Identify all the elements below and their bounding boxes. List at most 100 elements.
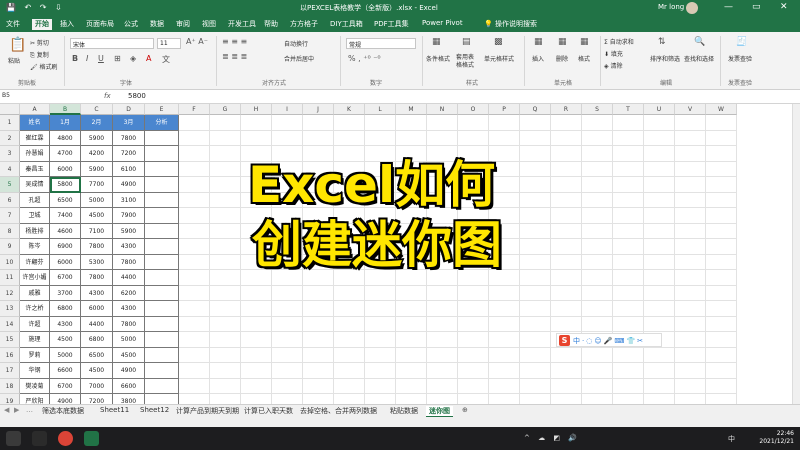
empty-cell[interactable]	[427, 378, 458, 394]
empty-cell[interactable]	[241, 332, 272, 348]
empty-cell[interactable]	[303, 130, 334, 146]
table-header-cell[interactable]: 1月	[50, 115, 81, 131]
empty-cell[interactable]	[613, 177, 644, 193]
column-header-w[interactable]: W	[706, 104, 737, 115]
empty-cell[interactable]	[210, 363, 241, 379]
empty-cell[interactable]	[365, 347, 396, 363]
empty-cell[interactable]	[551, 177, 582, 193]
tab-page-layout[interactable]: 页面布局	[86, 19, 114, 29]
empty-cell[interactable]	[458, 285, 489, 301]
empty-cell[interactable]	[489, 115, 520, 131]
sort-filter-button[interactable]: 排序和筛选	[650, 54, 680, 63]
empty-cell[interactable]	[241, 378, 272, 394]
table-cell[interactable]: 4400	[81, 316, 113, 332]
table-cell[interactable]: 4500	[113, 347, 145, 363]
underline-icon[interactable]: U	[98, 54, 104, 63]
empty-cell[interactable]	[272, 115, 303, 131]
table-format-button[interactable]: 套用表格格式	[456, 54, 478, 70]
clear-button[interactable]: ◈ 清除	[604, 61, 623, 70]
empty-cell[interactable]	[706, 161, 737, 177]
empty-cell[interactable]	[675, 347, 706, 363]
name-box[interactable]: B5	[2, 92, 60, 102]
empty-cell[interactable]	[706, 301, 737, 317]
tab-insert[interactable]: 插入	[60, 19, 74, 29]
empty-cell[interactable]	[303, 378, 334, 394]
restore-button[interactable]: ▭	[752, 2, 761, 12]
table-cell[interactable]: 4900	[113, 363, 145, 379]
empty-cell[interactable]	[551, 316, 582, 332]
column-header-a[interactable]: A	[20, 104, 50, 115]
empty-cell[interactable]	[582, 301, 613, 317]
table-cell[interactable]: 7800	[113, 254, 145, 270]
empty-cell[interactable]	[210, 146, 241, 162]
empty-cell[interactable]	[458, 332, 489, 348]
table-cell[interactable]: 7200	[81, 394, 113, 404]
empty-cell[interactable]	[334, 115, 365, 131]
empty-cell[interactable]	[334, 285, 365, 301]
empty-cell[interactable]	[613, 301, 644, 317]
column-header-d[interactable]: D	[113, 104, 145, 115]
select-all-corner[interactable]	[0, 104, 20, 115]
table-cell[interactable]: 6500	[50, 192, 81, 208]
empty-cell[interactable]	[334, 394, 365, 404]
empty-cell[interactable]	[179, 347, 210, 363]
empty-cell[interactable]	[427, 115, 458, 131]
empty-cell[interactable]	[551, 223, 582, 239]
font-size-select[interactable]: 11	[157, 38, 181, 49]
empty-cell[interactable]	[520, 208, 551, 224]
empty-cell[interactable]	[489, 347, 520, 363]
row-header-17[interactable]: 17	[0, 363, 20, 379]
tab-developer[interactable]: 开发工具	[228, 19, 256, 29]
empty-cell[interactable]	[396, 363, 427, 379]
vertical-scrollbar[interactable]	[792, 104, 800, 404]
table-cell[interactable]: 6700	[50, 378, 81, 394]
table-cell[interactable]: 许翩芬	[20, 254, 50, 270]
row-header-3[interactable]: 3	[0, 146, 20, 162]
table-cell[interactable]	[145, 363, 179, 379]
border-icon[interactable]: ⊞	[114, 54, 121, 63]
empty-cell[interactable]	[303, 115, 334, 131]
empty-cell[interactable]	[365, 394, 396, 404]
sheet-next-icon[interactable]: ▶	[14, 406, 19, 414]
empty-cell[interactable]	[365, 130, 396, 146]
phonetic-icon[interactable]: 文	[162, 54, 170, 65]
empty-cell[interactable]	[334, 347, 365, 363]
align-top-icon[interactable]: ≡ ≡ ≡	[222, 37, 247, 46]
empty-cell[interactable]	[210, 285, 241, 301]
empty-cell[interactable]	[613, 316, 644, 332]
empty-cell[interactable]	[520, 332, 551, 348]
empty-cell[interactable]	[241, 130, 272, 146]
empty-cell[interactable]	[427, 301, 458, 317]
empty-cell[interactable]	[520, 363, 551, 379]
column-header-l[interactable]: L	[365, 104, 396, 115]
empty-cell[interactable]	[551, 270, 582, 286]
table-cell[interactable]: 戚雅	[20, 285, 50, 301]
table-cell[interactable]: 7800	[81, 239, 113, 255]
table-cell[interactable]: 4800	[50, 130, 81, 146]
empty-cell[interactable]	[396, 347, 427, 363]
tab-file[interactable]: 文件	[6, 19, 20, 29]
empty-cell[interactable]	[489, 394, 520, 404]
row-header-4[interactable]: 4	[0, 161, 20, 177]
empty-cell[interactable]	[241, 115, 272, 131]
table-cell[interactable]: 4300	[113, 239, 145, 255]
empty-cell[interactable]	[396, 378, 427, 394]
empty-cell[interactable]	[706, 208, 737, 224]
empty-cell[interactable]	[613, 378, 644, 394]
tab-diy[interactable]: DIY工具箱	[330, 19, 363, 29]
table-cell[interactable]: 孙慧娟	[20, 146, 50, 162]
empty-cell[interactable]	[706, 378, 737, 394]
cut-button[interactable]: ✂ 剪切	[30, 38, 49, 47]
empty-cell[interactable]	[613, 130, 644, 146]
table-cell[interactable]: 7400	[50, 208, 81, 224]
column-header-t[interactable]: T	[613, 104, 644, 115]
empty-cell[interactable]	[179, 301, 210, 317]
sheet-tab[interactable]: 计算已入职天数	[244, 406, 293, 416]
empty-cell[interactable]	[551, 146, 582, 162]
table-cell[interactable]: 7100	[81, 223, 113, 239]
table-cell[interactable]: 5300	[81, 254, 113, 270]
row-header-14[interactable]: 14	[0, 316, 20, 332]
tab-home[interactable]: 开始	[30, 17, 54, 32]
empty-cell[interactable]	[334, 378, 365, 394]
table-cell[interactable]	[145, 347, 179, 363]
